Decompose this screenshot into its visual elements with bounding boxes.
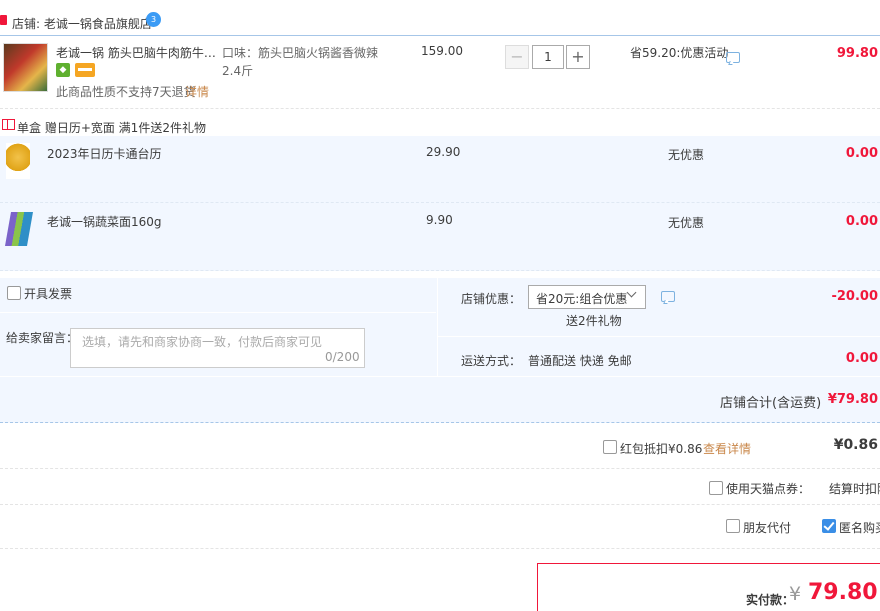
friend-pay-label[interactable]: 朋友代付 [743,519,791,536]
item-sku: 口味：筋头巴脑火锅酱香微辣2.4斤 [222,46,379,78]
shop-name[interactable]: 店铺: 老诚一锅食品旗舰店 [12,15,152,32]
gift-subtotal: 0.00 [845,146,878,161]
redpacket-amount: ¥0.86 [833,437,878,453]
quantity-input[interactable]: 1 [532,45,564,69]
discount-info-icon[interactable] [661,291,675,302]
gift-price: 9.90 [426,213,453,227]
no-return-note: 此商品性质不支持7天退货 [56,85,196,99]
invoice-checkbox[interactable] [7,286,21,300]
message-placeholder[interactable]: 选填，请先和商家协商一致，付款后商家可见 [82,333,322,350]
detail-link[interactable]: 详情 [185,83,209,100]
gift-icon [2,119,15,130]
shop-discount-note: 送2件礼物 [566,314,622,328]
redpacket-label[interactable]: 红包抵扣¥0.86 [620,440,702,457]
row-divider [0,504,880,505]
shop-discount-amount: -20.00 [831,289,878,304]
gift-price: 29.90 [426,145,461,159]
tmall-points-label[interactable]: 使用天猫点券： [726,480,810,497]
guarantee-icon: ◆ [56,63,70,77]
shop-total-divider [0,422,880,423]
options-divider [0,312,436,313]
shop-discount-value[interactable]: 省20元:组合优惠 [536,290,627,307]
row-divider [0,468,880,469]
options-divider [438,336,880,337]
item-subtotal: 99.80 [836,46,878,61]
message-label: 给卖家留言： [6,331,79,345]
shop-icon [0,15,7,25]
item-thumbnail[interactable] [3,43,48,92]
friend-pay-checkbox[interactable] [726,519,740,533]
shipping-value: 普通配送 快递 免邮 [528,354,632,368]
gift-promo: 无优惠 [668,148,705,162]
gift-promo: 无优惠 [668,216,705,230]
message-count: 0/200 [325,350,360,364]
redpacket-detail-link[interactable]: 查看详情 [703,440,751,457]
item-promo: 省59.20:优惠活动 [630,46,729,60]
tmall-points-checkbox[interactable] [709,481,723,495]
promo-info-icon[interactable] [726,52,740,63]
invoice-label[interactable]: 开具发票 [24,285,72,302]
gift-name[interactable]: 2023年日历卡通台历 [47,145,162,162]
gift-divider [0,202,880,203]
tmall-points-note: 结算时扣除 [829,482,880,496]
gift-thumbnail-calendar[interactable] [6,143,30,179]
gift-subtotal: 0.00 [845,214,878,229]
card-icon [75,63,95,77]
gift-name[interactable]: 老诚一锅蔬菜面160g [47,213,162,230]
item-price: 159.00 [421,44,463,58]
payment-amount: 79.80 [808,580,878,605]
row-divider [0,548,880,549]
gift-bottom-divider [0,270,880,271]
anonymous-checkbox[interactable] [822,519,836,533]
quantity-increase-button[interactable]: + [566,45,590,69]
shop-discount-label: 店铺优惠： [461,292,522,306]
options-divider [437,278,438,376]
chat-wangwang-icon[interactable]: 3 [146,12,161,27]
quantity-decrease-button[interactable]: − [505,45,529,69]
gift-group-title: 单盒 赠日历+宽面 满1件送2件礼物 [17,121,206,135]
payment-currency: ¥ [789,583,802,605]
shipping-amount: 0.00 [845,351,878,366]
redpacket-checkbox[interactable] [603,440,617,454]
options-divider [0,376,880,377]
shop-total-value: ¥79.80 [827,392,878,407]
anonymous-label[interactable]: 匿名购买 [839,519,880,536]
payment-label: 实付款： [746,593,795,607]
shipping-label: 运送方式： [461,354,522,368]
item-title[interactable]: 老诚一锅 筋头巴脑牛肉筋牛蹄... [56,44,216,61]
shop-total-label: 店铺合计(含运费) [720,396,822,411]
